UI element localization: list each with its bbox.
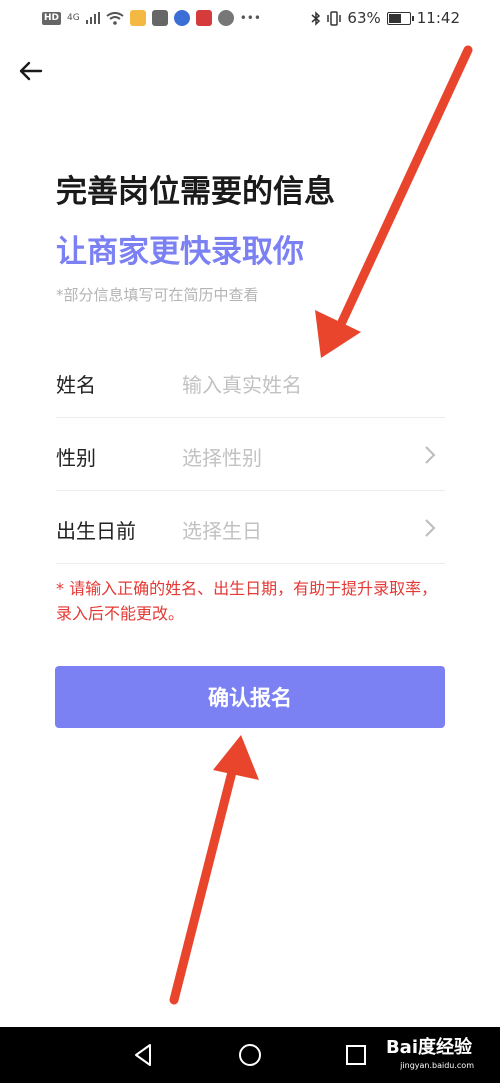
annotation-arrow-bottom [169, 735, 259, 1005]
wifi-icon [106, 11, 124, 25]
info-form: 姓名 输入真实姓名 性别 选择性别 出生日前 选择生日 [56, 345, 445, 564]
music-app-icon [173, 10, 190, 26]
mail-app-icon [151, 10, 168, 26]
birthday-label: 出生日前 [56, 519, 136, 543]
hand-app-icon [217, 10, 234, 26]
chevron-right-icon [425, 446, 436, 464]
status-bar: HD 4G ••• 63% 11:42 [0, 0, 500, 38]
arrow-left-icon[interactable] [16, 56, 46, 86]
battery-icon [386, 11, 414, 25]
status-icons-right: 63% 11:42 [311, 9, 460, 27]
system-nav-bar: Bai度经验 jingyan.baidu.com [0, 1027, 500, 1083]
bluetooth-icon [311, 10, 321, 26]
nav-recents-icon[interactable] [342, 1041, 370, 1069]
gender-label: 性别 [56, 446, 96, 470]
confirm-signup-button[interactable]: 确认报名 [55, 666, 445, 728]
warning-notice: * 请输入正确的姓名、出生日期，有助于提升录取率，录入后不能更改。 [56, 579, 438, 623]
signal-icon [85, 12, 100, 24]
status-icons-left: HD 4G ••• [42, 10, 261, 26]
page-title: 完善岗位需要的信息 [56, 174, 335, 210]
baidu-jingyan-watermark: Bai度经验 [385, 1037, 472, 1058]
hd-badge: HD [42, 11, 62, 25]
birthday-select[interactable]: 选择生日 [182, 515, 262, 544]
nav-home-icon[interactable] [236, 1041, 264, 1069]
gender-field-row[interactable]: 性别 选择性别 [56, 418, 445, 491]
red-app-icon [195, 10, 212, 26]
name-field-row[interactable]: 姓名 输入真实姓名 [56, 345, 445, 418]
page-hint: *部分信息填写可在简历中查看 [56, 286, 259, 304]
name-label: 姓名 [56, 373, 96, 397]
nav-back-icon[interactable] [130, 1041, 158, 1069]
battery-percentage: 63% [347, 9, 381, 27]
watermark-url: jingyan.baidu.com [400, 1061, 474, 1070]
chevron-right-icon [425, 519, 436, 537]
name-input[interactable]: 输入真实姓名 [182, 369, 302, 398]
gallery-app-icon [129, 10, 146, 26]
network-type-label: 4G [67, 13, 80, 23]
clock: 11:42 [416, 9, 460, 27]
birthday-field-row[interactable]: 出生日前 选择生日 [56, 491, 445, 564]
vibrate-icon [327, 10, 342, 26]
page-subtitle: 让商家更快录取你 [56, 234, 304, 270]
more-notifications-icon: ••• [239, 11, 261, 25]
annotation-arrow-top [315, 45, 473, 358]
gender-select[interactable]: 选择性别 [182, 442, 262, 471]
